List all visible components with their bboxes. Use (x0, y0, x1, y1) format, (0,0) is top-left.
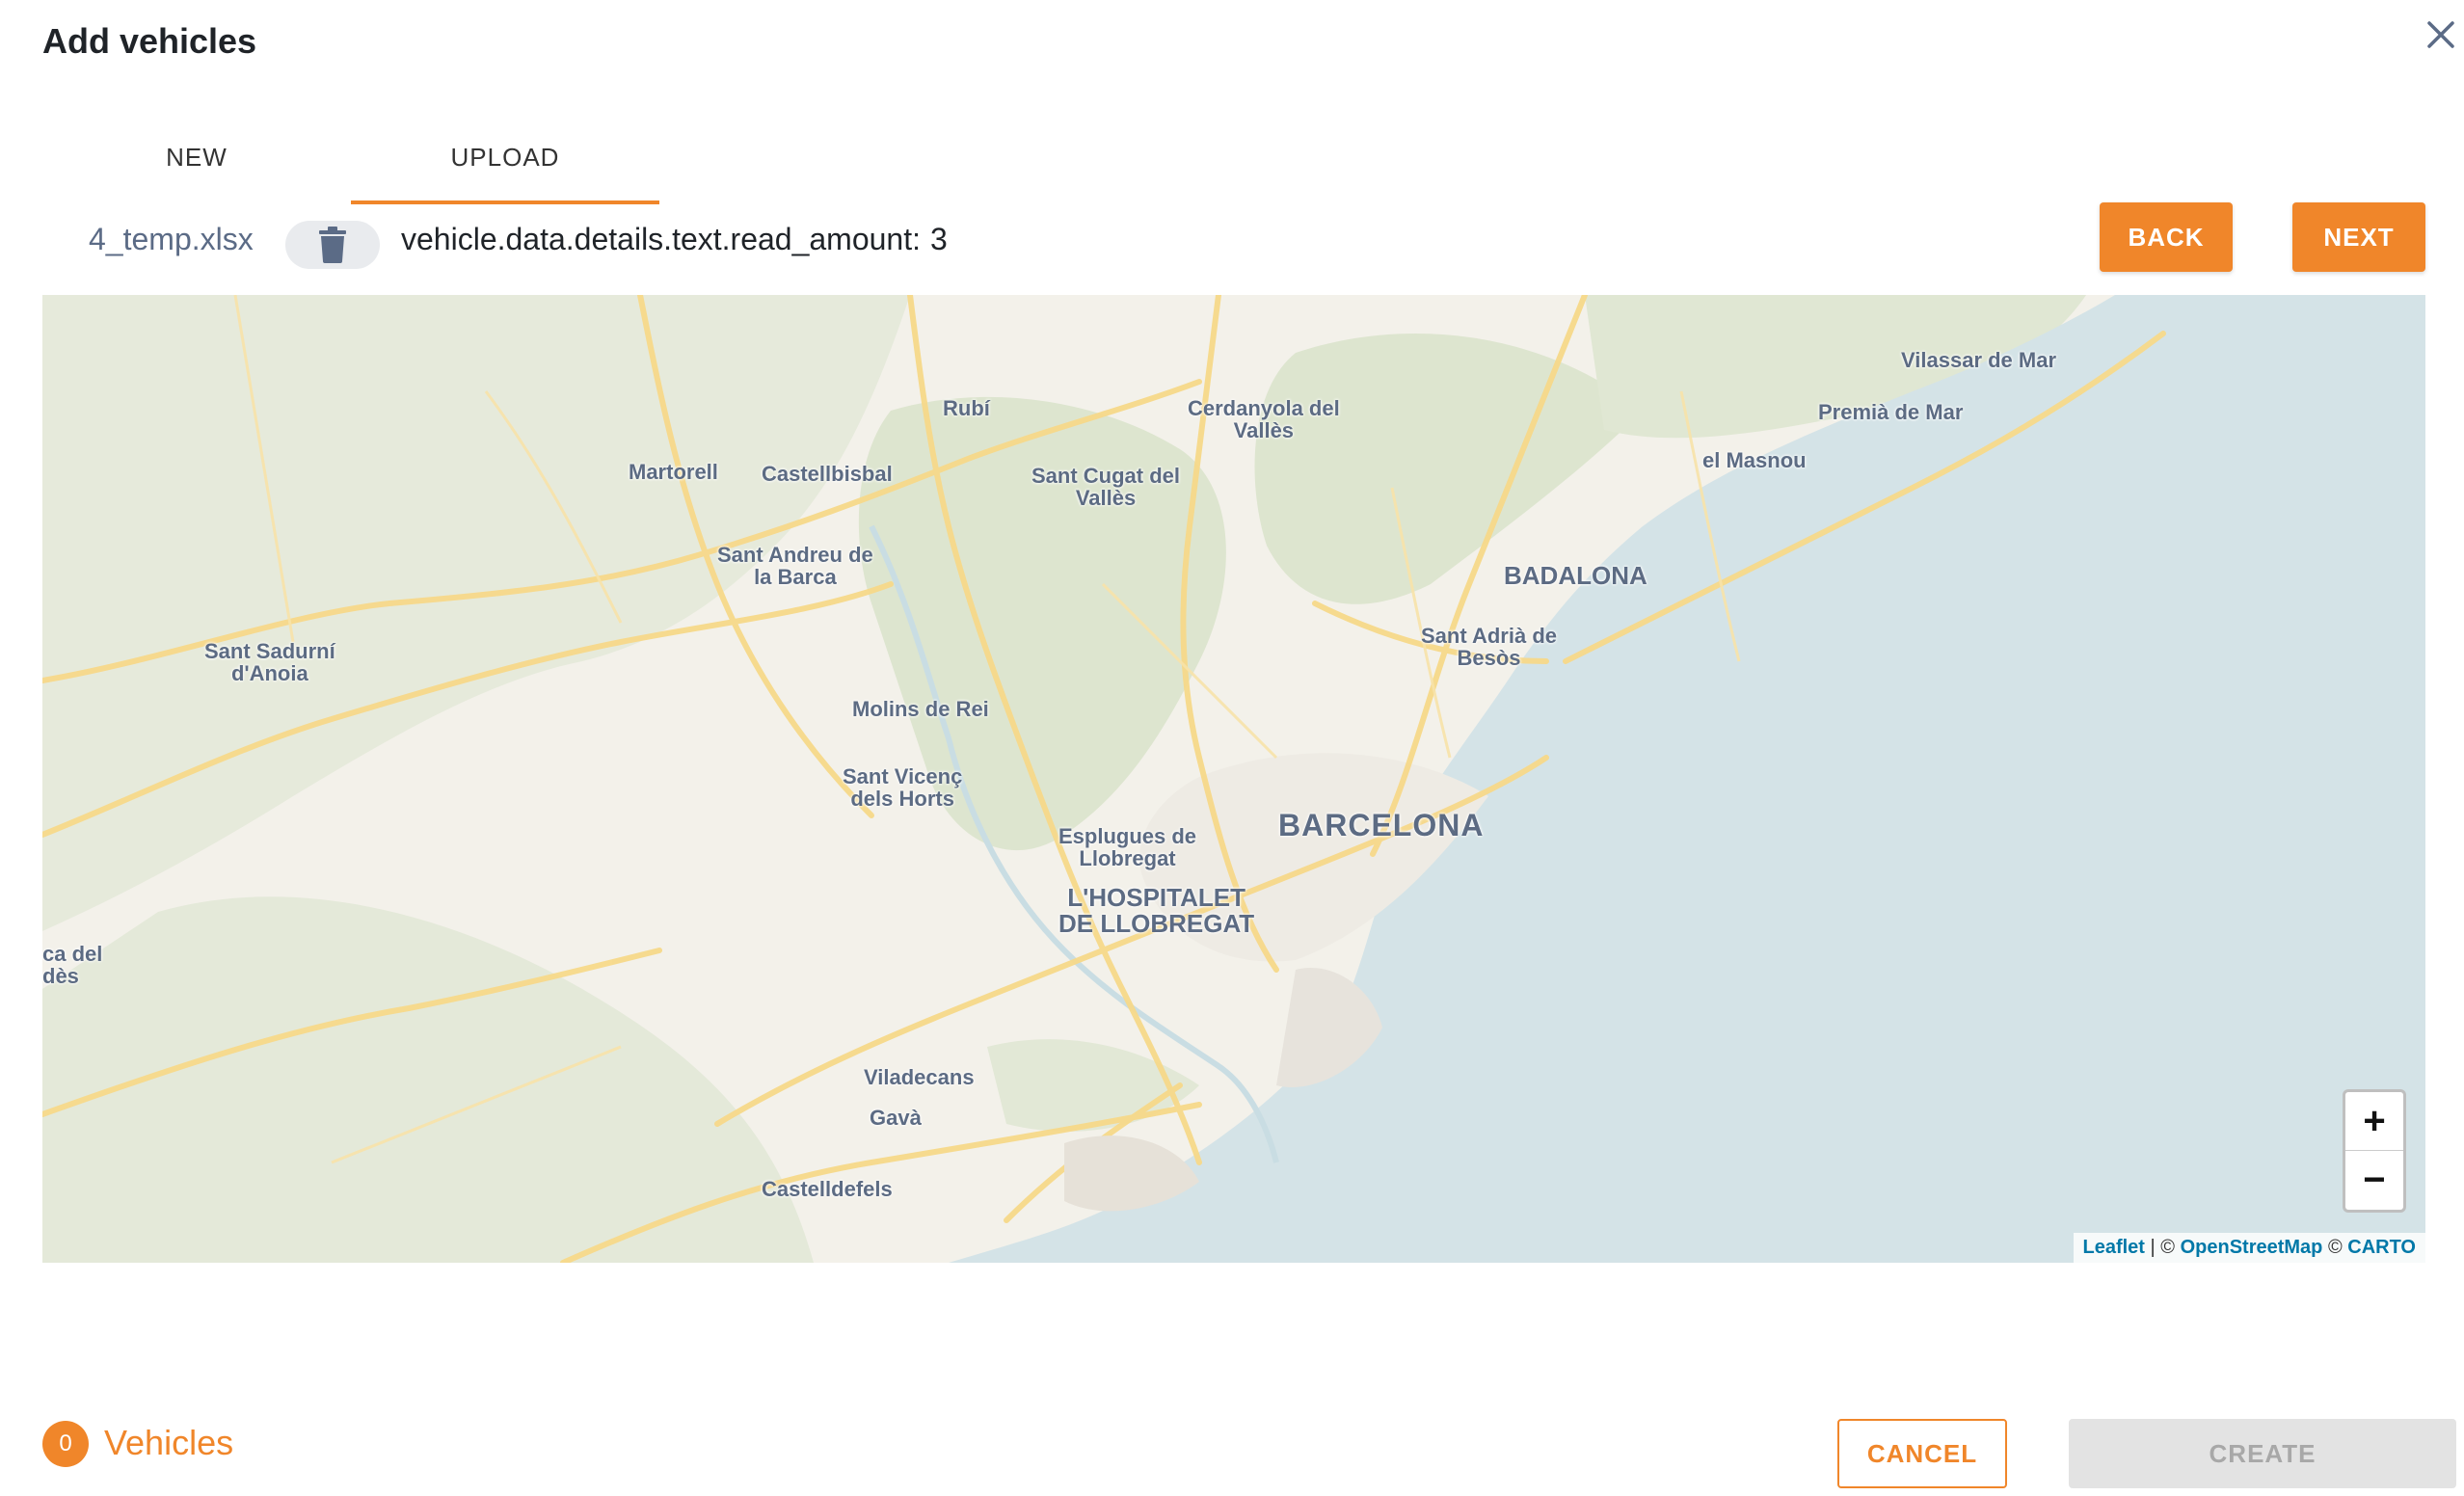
map-label-hospitalet: L'HOSPITALET DE LLOBREGAT (1058, 883, 1255, 939)
map-label-martorell: Martorell (629, 460, 718, 484)
map-label-cerdanyola-text: Cerdanyola del Vallès (1188, 396, 1340, 443)
next-button[interactable]: NEXT (2292, 202, 2425, 272)
map-label-sant-cugat: Sant Cugat del Vallès (1031, 465, 1180, 509)
map-label-esplugues: Esplugues de Llobregat (1058, 825, 1196, 869)
read-amount-value: 3 (930, 222, 948, 256)
zoom-out-button[interactable]: − (2345, 1151, 2403, 1210)
map-label-sant-adria: Sant Adrià de Besòs (1421, 625, 1557, 669)
map-label-sant-sadurni-text: Sant Sadurní d'Anoia (204, 639, 335, 686)
map-label-sant-vicenc-text: Sant Vicenç dels Horts (843, 764, 963, 812)
openstreetmap-link[interactable]: OpenStreetMap (2181, 1237, 2323, 1258)
map-label-sant-andreu-text: Sant Andreu de la Barca (717, 543, 873, 590)
map-label-rubi: Rubí (943, 396, 990, 420)
map-label-partial-left-text: ca del dès (42, 942, 103, 989)
close-button[interactable] (2420, 13, 2462, 56)
map-label-gava: Gavà (870, 1106, 922, 1130)
cancel-button[interactable]: CANCEL (1837, 1419, 2007, 1488)
map-label-masnou: el Masnou (1702, 448, 1807, 472)
map-label-partial-left: ca del dès (42, 943, 102, 987)
read-amount-text: vehicle.data.details.text.read_amount: 3 (401, 222, 948, 257)
map-label-sant-andreu: Sant Andreu de la Barca (717, 544, 873, 588)
carto-link[interactable]: CARTO (2347, 1237, 2416, 1258)
close-icon (2427, 21, 2454, 48)
map-label-premia: Premià de Mar (1818, 400, 1964, 424)
dialog-title: Add vehicles (42, 21, 257, 61)
map-label-viladecans: Viladecans (864, 1065, 975, 1089)
map-label-cerdanyola: Cerdanyola del Vallès (1188, 397, 1340, 441)
map-label-hospitalet-text: L'HOSPITALET DE LLOBREGAT (1058, 883, 1255, 939)
create-button-disabled: CREATE (2069, 1419, 2456, 1488)
map-label-castelldefels: Castelldefels (762, 1177, 893, 1201)
trash-icon (319, 227, 346, 263)
tab-upload[interactable]: UPLOAD (351, 135, 659, 204)
leaflet-link[interactable]: Leaflet (2083, 1237, 2145, 1258)
map-label-barcelona: BARCELONA (1278, 808, 1485, 842)
attribution-separator-2: © (2322, 1237, 2348, 1258)
map-attribution: Leaflet | © OpenStreetMap © CARTO (2073, 1233, 2425, 1263)
back-button[interactable]: BACK (2100, 202, 2233, 272)
attribution-separator-1: | © (2144, 1237, 2181, 1258)
map-label-sant-adria-text: Sant Adrià de Besòs (1421, 624, 1557, 671)
map-label-castellbisbal: Castellbisbal (762, 462, 893, 486)
delete-file-button[interactable] (285, 221, 380, 269)
zoom-control: + − (2343, 1089, 2406, 1213)
map-label-sant-cugat-text: Sant Cugat del Vallès (1031, 464, 1181, 511)
map-label-vilassar: Vilassar de Mar (1901, 348, 2057, 372)
vehicle-count-badge: 0 (42, 1421, 89, 1467)
zoom-in-button[interactable]: + (2345, 1092, 2403, 1151)
uploaded-file-name: 4_temp.xlsx (89, 222, 254, 256)
map-label-esplugues-text: Esplugues de Llobregat (1058, 824, 1197, 871)
map-view[interactable]: Rubí Cerdanyola del Vallès Vilassar de M… (42, 295, 2425, 1263)
map-label-sant-sadurni: Sant Sadurní d'Anoia (204, 640, 335, 684)
read-amount-label: vehicle.data.details.text.read_amount: (401, 222, 921, 256)
map-label-molins: Molins de Rei (852, 697, 989, 721)
vehicles-label: Vehicles (104, 1423, 234, 1462)
map-label-badalona: BADALONA (1504, 561, 1647, 590)
tab-new[interactable]: NEW (42, 135, 351, 204)
map-label-sant-vicenc: Sant Vicenç dels Horts (843, 765, 962, 810)
